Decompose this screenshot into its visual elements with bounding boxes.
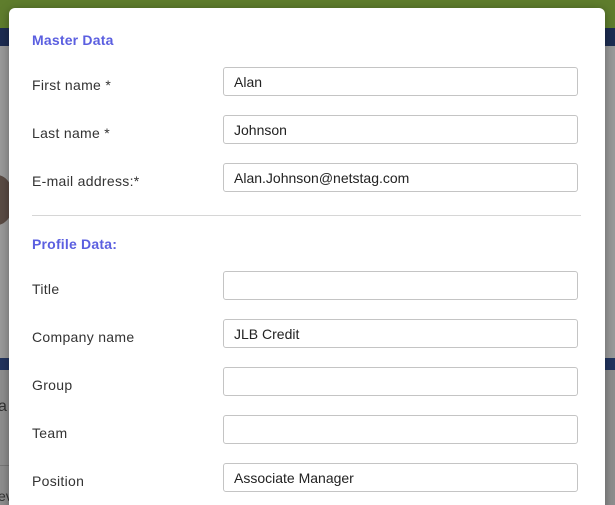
group-input[interactable] — [223, 367, 578, 396]
title-input[interactable] — [223, 271, 578, 300]
position-input[interactable] — [223, 463, 578, 492]
last-name-label: Last name * — [32, 125, 111, 141]
first-name-label: First name * — [32, 77, 112, 93]
master-data-heading: Master Data — [32, 32, 114, 48]
profile-data-heading: Profile Data: — [32, 236, 118, 252]
last-name-input[interactable] — [223, 115, 578, 144]
first-name-input[interactable] — [223, 67, 578, 96]
team-label: Team — [32, 425, 68, 441]
company-name-label: Company name — [32, 329, 135, 345]
email-input[interactable] — [223, 163, 578, 192]
position-label: Position — [32, 473, 85, 489]
group-label: Group — [32, 377, 73, 393]
background-text-fragment: a — [0, 398, 7, 415]
title-label: Title — [32, 281, 60, 297]
section-divider — [32, 215, 581, 216]
company-name-input[interactable] — [223, 319, 578, 348]
edit-user-modal: Master Data First name * Last name * E-m… — [9, 8, 605, 505]
email-label: E-mail address:* — [32, 173, 140, 189]
team-input[interactable] — [223, 415, 578, 444]
